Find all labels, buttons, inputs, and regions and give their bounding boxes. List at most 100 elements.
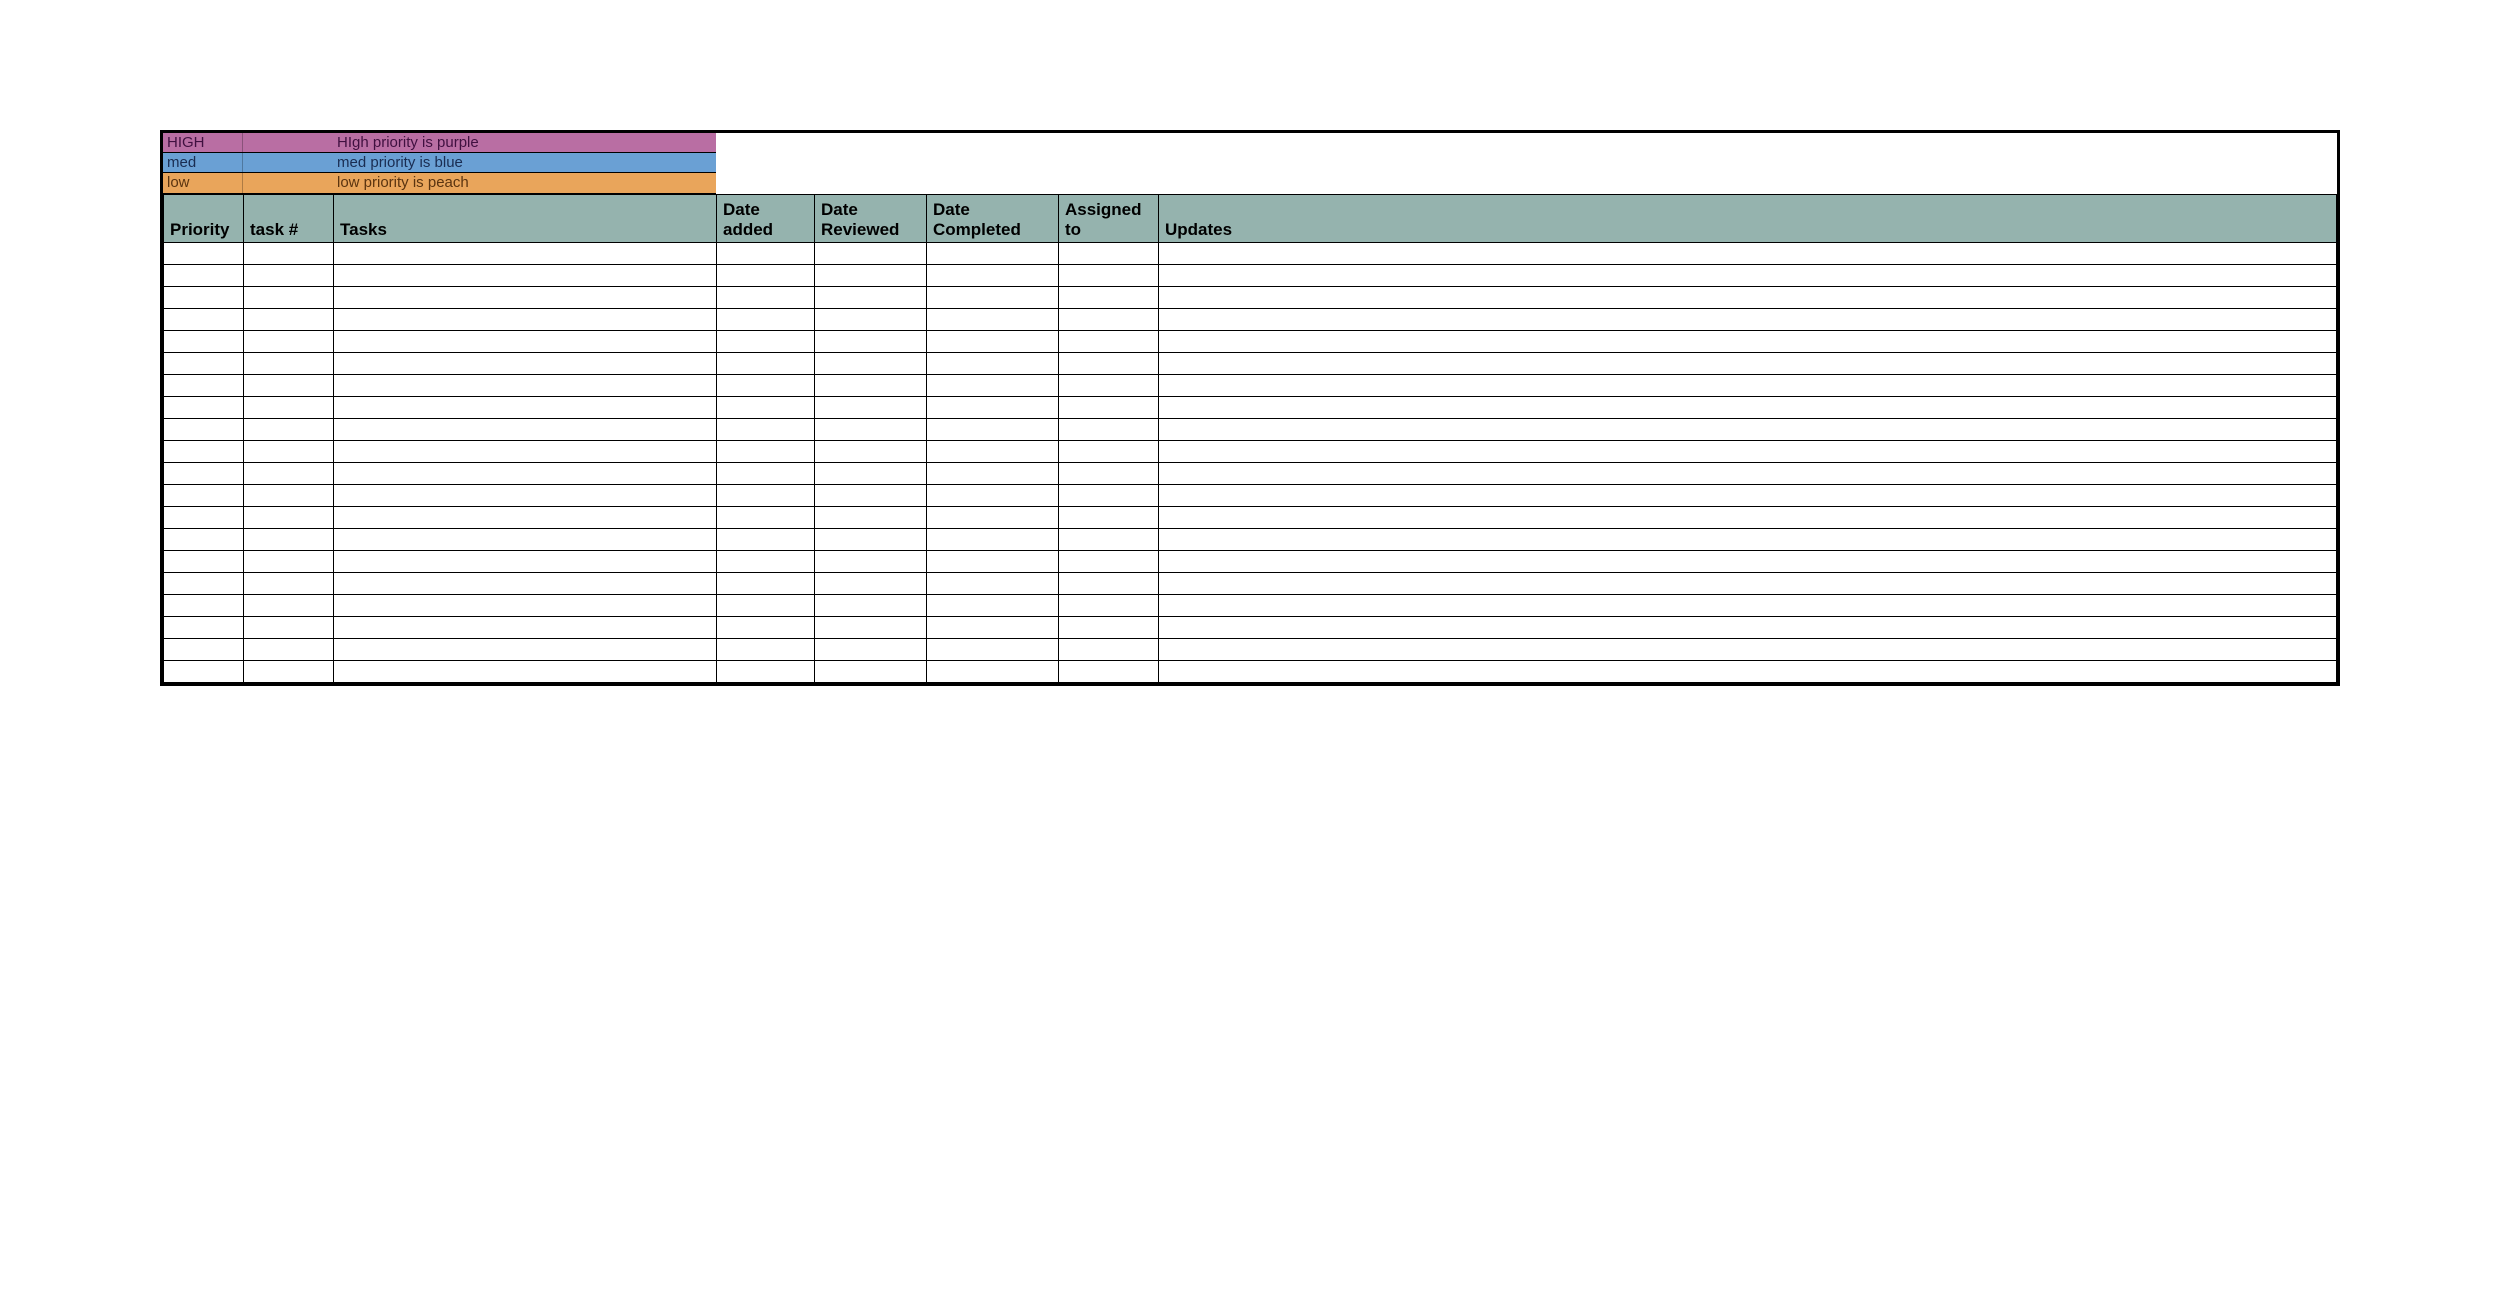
cell-assignedto[interactable]: [1059, 507, 1159, 529]
cell-datereviewed[interactable]: [815, 485, 927, 507]
cell-tasks[interactable]: [334, 507, 717, 529]
cell-tasks[interactable]: [334, 309, 717, 331]
cell-datereviewed[interactable]: [815, 639, 927, 661]
cell-tasks[interactable]: [334, 243, 717, 265]
cell-priority[interactable]: [164, 309, 244, 331]
cell-datecompleted[interactable]: [927, 419, 1059, 441]
cell-dateadded[interactable]: [717, 397, 815, 419]
cell-datecompleted[interactable]: [927, 353, 1059, 375]
cell-dateadded[interactable]: [717, 617, 815, 639]
cell-assignedto[interactable]: [1059, 353, 1159, 375]
header-dateadded[interactable]: Date added: [717, 195, 815, 243]
cell-priority[interactable]: [164, 287, 244, 309]
cell-updates[interactable]: [1159, 595, 2337, 617]
cell-datereviewed[interactable]: [815, 507, 927, 529]
cell-tasknum[interactable]: [244, 617, 334, 639]
cell-datecompleted[interactable]: [927, 243, 1059, 265]
cell-updates[interactable]: [1159, 441, 2337, 463]
header-datereviewed[interactable]: Date Reviewed: [815, 195, 927, 243]
cell-assignedto[interactable]: [1059, 287, 1159, 309]
cell-assignedto[interactable]: [1059, 463, 1159, 485]
cell-priority[interactable]: [164, 485, 244, 507]
cell-datecompleted[interactable]: [927, 309, 1059, 331]
cell-datecompleted[interactable]: [927, 463, 1059, 485]
cell-tasknum[interactable]: [244, 639, 334, 661]
cell-tasks[interactable]: [334, 463, 717, 485]
cell-datereviewed[interactable]: [815, 551, 927, 573]
cell-datecompleted[interactable]: [927, 331, 1059, 353]
cell-updates[interactable]: [1159, 617, 2337, 639]
cell-updates[interactable]: [1159, 287, 2337, 309]
cell-datecompleted[interactable]: [927, 551, 1059, 573]
cell-datereviewed[interactable]: [815, 309, 927, 331]
cell-dateadded[interactable]: [717, 419, 815, 441]
cell-datecompleted[interactable]: [927, 661, 1059, 683]
cell-dateadded[interactable]: [717, 375, 815, 397]
cell-dateadded[interactable]: [717, 243, 815, 265]
cell-datereviewed[interactable]: [815, 441, 927, 463]
cell-tasks[interactable]: [334, 441, 717, 463]
header-updates[interactable]: Updates: [1159, 195, 2337, 243]
cell-updates[interactable]: [1159, 639, 2337, 661]
cell-dateadded[interactable]: [717, 485, 815, 507]
cell-updates[interactable]: [1159, 353, 2337, 375]
cell-priority[interactable]: [164, 529, 244, 551]
cell-tasks[interactable]: [334, 573, 717, 595]
cell-updates[interactable]: [1159, 551, 2337, 573]
cell-datereviewed[interactable]: [815, 397, 927, 419]
cell-datereviewed[interactable]: [815, 243, 927, 265]
header-assignedto[interactable]: Assigned to: [1059, 195, 1159, 243]
cell-priority[interactable]: [164, 353, 244, 375]
cell-updates[interactable]: [1159, 243, 2337, 265]
cell-datereviewed[interactable]: [815, 353, 927, 375]
cell-priority[interactable]: [164, 617, 244, 639]
cell-dateadded[interactable]: [717, 507, 815, 529]
cell-priority[interactable]: [164, 639, 244, 661]
cell-tasknum[interactable]: [244, 243, 334, 265]
cell-datereviewed[interactable]: [815, 573, 927, 595]
cell-assignedto[interactable]: [1059, 661, 1159, 683]
cell-tasknum[interactable]: [244, 551, 334, 573]
cell-assignedto[interactable]: [1059, 309, 1159, 331]
cell-assignedto[interactable]: [1059, 639, 1159, 661]
cell-priority[interactable]: [164, 243, 244, 265]
cell-datecompleted[interactable]: [927, 573, 1059, 595]
cell-priority[interactable]: [164, 397, 244, 419]
cell-tasknum[interactable]: [244, 265, 334, 287]
cell-tasks[interactable]: [334, 397, 717, 419]
cell-updates[interactable]: [1159, 463, 2337, 485]
cell-updates[interactable]: [1159, 331, 2337, 353]
cell-priority[interactable]: [164, 595, 244, 617]
cell-datecompleted[interactable]: [927, 485, 1059, 507]
cell-priority[interactable]: [164, 463, 244, 485]
cell-assignedto[interactable]: [1059, 485, 1159, 507]
cell-datecompleted[interactable]: [927, 529, 1059, 551]
cell-updates[interactable]: [1159, 529, 2337, 551]
cell-updates[interactable]: [1159, 573, 2337, 595]
cell-tasknum[interactable]: [244, 661, 334, 683]
cell-datecompleted[interactable]: [927, 639, 1059, 661]
cell-datecompleted[interactable]: [927, 595, 1059, 617]
cell-updates[interactable]: [1159, 309, 2337, 331]
cell-priority[interactable]: [164, 661, 244, 683]
cell-assignedto[interactable]: [1059, 617, 1159, 639]
cell-assignedto[interactable]: [1059, 573, 1159, 595]
cell-tasknum[interactable]: [244, 507, 334, 529]
cell-assignedto[interactable]: [1059, 331, 1159, 353]
cell-datecompleted[interactable]: [927, 265, 1059, 287]
cell-tasks[interactable]: [334, 287, 717, 309]
cell-assignedto[interactable]: [1059, 375, 1159, 397]
cell-tasknum[interactable]: [244, 441, 334, 463]
cell-dateadded[interactable]: [717, 573, 815, 595]
cell-tasknum[interactable]: [244, 595, 334, 617]
cell-tasknum[interactable]: [244, 353, 334, 375]
cell-priority[interactable]: [164, 551, 244, 573]
cell-dateadded[interactable]: [717, 287, 815, 309]
cell-datereviewed[interactable]: [815, 529, 927, 551]
cell-updates[interactable]: [1159, 375, 2337, 397]
cell-assignedto[interactable]: [1059, 265, 1159, 287]
cell-datereviewed[interactable]: [815, 595, 927, 617]
cell-assignedto[interactable]: [1059, 397, 1159, 419]
cell-tasks[interactable]: [334, 419, 717, 441]
cell-tasks[interactable]: [334, 551, 717, 573]
